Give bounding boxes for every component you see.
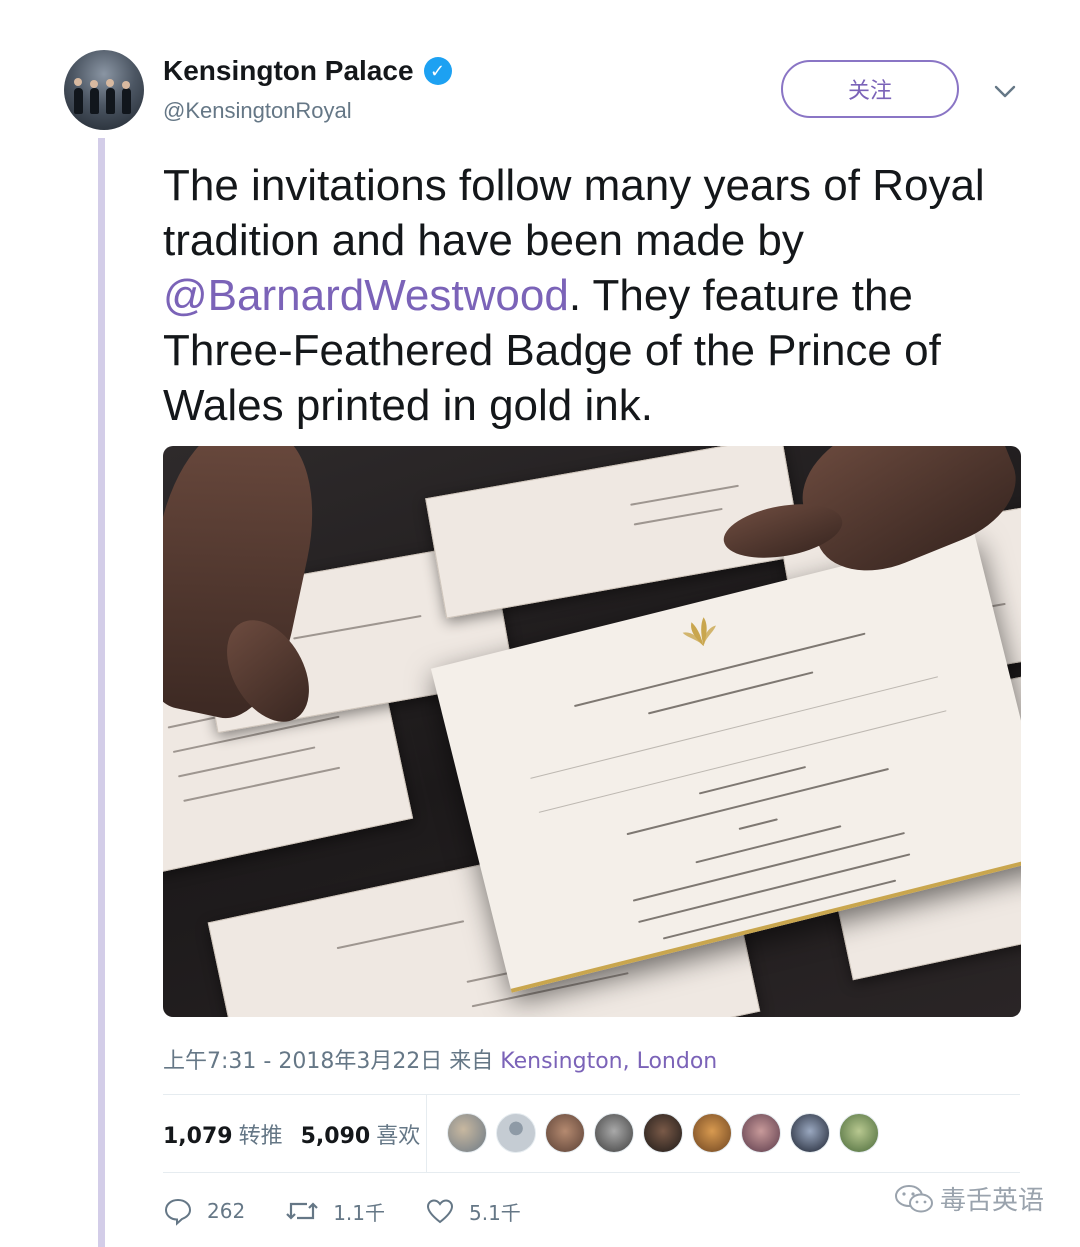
like-label: 喜欢	[376, 1124, 421, 1149]
retweet-label: 转推	[238, 1124, 283, 1149]
follow-button[interactable]: 关注	[781, 60, 959, 118]
watermark: 毒舌英语	[894, 1180, 1044, 1217]
stats-separator	[426, 1094, 427, 1172]
divider	[163, 1094, 1020, 1095]
avatar-figure-head	[90, 80, 98, 88]
avatar-figure-head	[74, 78, 82, 86]
retweet-count: 1,079	[163, 1124, 233, 1149]
three-feathers-badge-icon	[682, 617, 716, 647]
tweet-photo[interactable]	[163, 446, 1021, 1017]
avatar[interactable]	[64, 50, 144, 130]
like-count: 5,090	[300, 1124, 371, 1149]
account-handle[interactable]: @KensingtonRoyal	[163, 98, 352, 124]
like-button[interactable]: 5.1千	[425, 1196, 521, 1226]
mention-link[interactable]: @BarnardWestwood	[163, 271, 569, 320]
likers-row	[447, 1113, 888, 1153]
tweet-stats: 1,079 转推 5,090 喜欢	[163, 1118, 420, 1150]
divider	[163, 1172, 1020, 1173]
avatar-figure	[106, 88, 115, 114]
watermark-text: 毒舌英语	[940, 1186, 1045, 1216]
heart-icon	[426, 1199, 454, 1224]
tweet-location-link[interactable]: Kensington, London	[500, 1049, 717, 1074]
tweet-timestamp[interactable]: 上午7:31 - 2018年3月22日 来自	[163, 1049, 500, 1074]
liker-avatar[interactable]	[545, 1113, 585, 1153]
account-name-row[interactable]: Kensington Palace ✓	[163, 55, 452, 87]
liker-avatar[interactable]	[741, 1113, 781, 1153]
liker-avatar[interactable]	[643, 1113, 683, 1153]
retweet-action-count: 1.1千	[333, 1200, 385, 1225]
retweet-button[interactable]: 1.1千	[285, 1196, 385, 1226]
avatar-figure	[74, 88, 83, 114]
tweet-actions: 262 1.1千 5.1千	[163, 1196, 561, 1226]
like-stat[interactable]: 5,090 喜欢	[301, 1118, 421, 1150]
avatar-figure	[90, 88, 99, 114]
liker-avatar[interactable]	[692, 1113, 732, 1153]
reply-button[interactable]: 262	[163, 1196, 245, 1226]
chevron-down-icon[interactable]	[990, 78, 1020, 104]
tweet-text: The invitations follow many years of Roy…	[163, 158, 1043, 433]
liker-avatar[interactable]	[790, 1113, 830, 1153]
display-name[interactable]: Kensington Palace	[163, 55, 414, 87]
avatar-figure	[122, 88, 131, 114]
liker-avatar[interactable]	[447, 1113, 487, 1153]
liker-avatar[interactable]	[594, 1113, 634, 1153]
tweet-text-part: The invitations follow many years of Roy…	[163, 161, 985, 265]
wechat-icon	[895, 1184, 933, 1212]
tweet-meta: 上午7:31 - 2018年3月22日 来自 Kensington, Londo…	[163, 1043, 717, 1075]
retweet-stat[interactable]: 1,079 转推	[163, 1118, 283, 1150]
retweet-icon	[286, 1202, 318, 1220]
liker-avatar-default[interactable]	[496, 1113, 536, 1153]
reply-icon	[164, 1198, 192, 1226]
avatar-figure-head	[106, 79, 114, 87]
verified-badge-icon: ✓	[423, 57, 452, 85]
like-action-count: 5.1千	[469, 1200, 521, 1225]
avatar-figure-head	[122, 81, 130, 89]
thread-line	[98, 138, 105, 1247]
liker-avatar[interactable]	[839, 1113, 879, 1153]
reply-count: 262	[207, 1199, 246, 1223]
